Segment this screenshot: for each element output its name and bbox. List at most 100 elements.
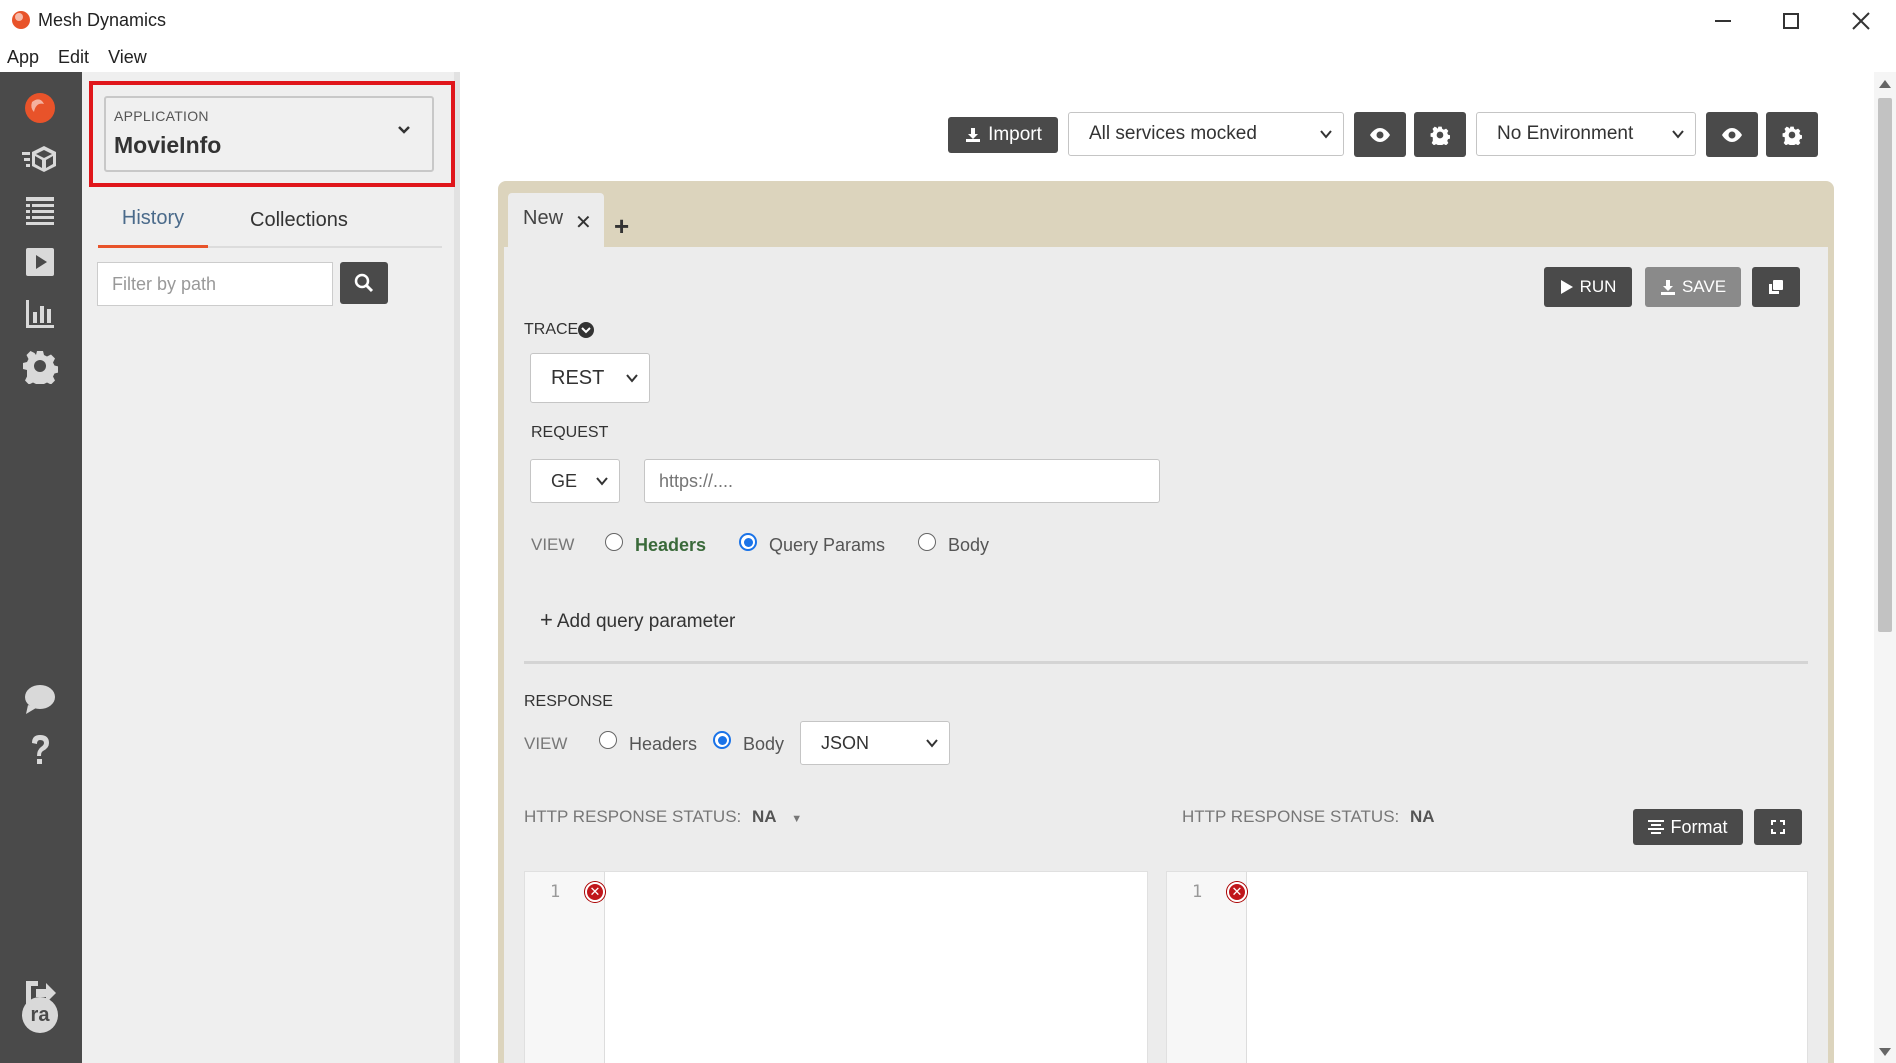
response-format-select[interactable]: JSON bbox=[800, 721, 950, 765]
trace-type-select[interactable]: REST bbox=[530, 353, 650, 403]
duplicate-button[interactable] bbox=[1752, 267, 1800, 307]
icon-rail: ra bbox=[0, 72, 82, 1063]
chevron-down-icon bbox=[926, 739, 938, 748]
logo-icon[interactable] bbox=[20, 88, 60, 128]
response-headers-radio[interactable] bbox=[599, 731, 617, 749]
request-card: New ✕ + RUN SAVE TRACE REST REQUEST GE h… bbox=[498, 181, 1834, 1063]
vertical-scrollbar[interactable] bbox=[1874, 72, 1896, 1063]
response-status-label-right: HTTP RESPONSE STATUS: bbox=[1182, 807, 1400, 826]
help-icon[interactable] bbox=[20, 730, 60, 770]
request-tab-label: New bbox=[523, 207, 564, 229]
environment-select[interactable]: No Environment bbox=[1476, 112, 1696, 156]
run-label: RUN bbox=[1579, 277, 1617, 296]
save-label: SAVE bbox=[1681, 277, 1727, 296]
request-tab-new[interactable]: New ✕ bbox=[508, 193, 604, 247]
view-services-button[interactable] bbox=[1354, 112, 1406, 157]
add-query-parameter-button[interactable]: + Add query parameter bbox=[540, 607, 735, 633]
format-button[interactable]: Format bbox=[1633, 809, 1743, 845]
request-query-params-radio[interactable] bbox=[739, 533, 757, 551]
response-format-value: JSON bbox=[821, 732, 870, 753]
close-tab-icon[interactable]: ✕ bbox=[575, 210, 592, 235]
import-button[interactable]: Import bbox=[948, 117, 1058, 153]
application-label: APPLICATION bbox=[114, 108, 209, 124]
format-label: Format bbox=[1670, 816, 1728, 837]
url-input[interactable] bbox=[644, 459, 1160, 503]
align-icon bbox=[1648, 820, 1665, 834]
service-settings-button[interactable] bbox=[1414, 112, 1466, 157]
close-icon bbox=[1852, 12, 1870, 30]
download-icon bbox=[1660, 280, 1675, 295]
environment-value: No Environment bbox=[1497, 123, 1634, 144]
minimize-icon bbox=[1715, 20, 1731, 22]
scrollbar-thumb[interactable] bbox=[1878, 98, 1892, 632]
run-button[interactable]: RUN bbox=[1544, 267, 1632, 307]
scroll-down-icon[interactable] bbox=[1879, 1048, 1891, 1056]
filter-path-input[interactable] bbox=[97, 262, 333, 306]
close-window-button[interactable] bbox=[1828, 0, 1894, 42]
list-icon[interactable] bbox=[20, 190, 60, 230]
service-mock-select[interactable]: All services mocked bbox=[1068, 112, 1344, 156]
request-body-label[interactable]: Body bbox=[948, 535, 989, 556]
expand-icon bbox=[1771, 820, 1785, 834]
gear-icon[interactable] bbox=[20, 346, 60, 386]
line-number: 1 bbox=[1192, 882, 1203, 902]
app-logo-icon bbox=[12, 11, 30, 29]
response-editor-left[interactable]: 1 ✕ bbox=[524, 871, 1148, 1063]
response-status-value-right: NA bbox=[1410, 807, 1435, 826]
menu-view[interactable]: View bbox=[108, 47, 147, 68]
fullscreen-button[interactable] bbox=[1754, 809, 1802, 845]
trace-type-value: REST bbox=[551, 366, 605, 389]
save-button[interactable]: SAVE bbox=[1645, 267, 1741, 307]
chart-icon[interactable] bbox=[20, 294, 60, 334]
request-headers-label[interactable]: Headers bbox=[635, 535, 706, 556]
request-query-params-label[interactable]: Query Params bbox=[769, 535, 885, 556]
response-editor-right[interactable]: 1 ✕ bbox=[1166, 871, 1808, 1063]
request-body: RUN SAVE TRACE REST REQUEST GE VIEW Head… bbox=[504, 247, 1828, 1063]
view-environment-button[interactable] bbox=[1706, 112, 1758, 157]
test-suite-icon[interactable] bbox=[20, 140, 60, 180]
logout-icon[interactable] bbox=[20, 973, 60, 1013]
service-mock-value: All services mocked bbox=[1089, 123, 1257, 144]
side-panel: APPLICATION MovieInfo History Collection… bbox=[82, 72, 460, 1063]
maximize-button[interactable] bbox=[1758, 0, 1824, 42]
trace-label: TRACE bbox=[524, 321, 579, 338]
menu-edit[interactable]: Edit bbox=[58, 47, 89, 68]
chevron-down-icon bbox=[1320, 130, 1332, 139]
request-headers-radio[interactable] bbox=[605, 533, 623, 551]
chevron-down-icon bbox=[398, 126, 410, 134]
menu-app[interactable]: App bbox=[7, 47, 39, 68]
chevron-down-icon bbox=[626, 374, 638, 383]
title-bar: Mesh Dynamics bbox=[0, 0, 1896, 42]
application-value: MovieInfo bbox=[114, 132, 222, 158]
response-status-left: HTTP RESPONSE STATUS: NA ▼ bbox=[524, 807, 802, 827]
response-status-value: NA bbox=[752, 807, 777, 826]
chevron-circle-down-icon[interactable] bbox=[578, 322, 594, 338]
tab-collections[interactable]: Collections bbox=[250, 192, 348, 248]
chat-icon[interactable] bbox=[20, 679, 60, 719]
section-divider bbox=[524, 661, 1808, 664]
application-select[interactable]: APPLICATION MovieInfo bbox=[104, 96, 434, 172]
chevron-down-icon bbox=[596, 477, 608, 486]
error-icon: ✕ bbox=[585, 882, 605, 902]
response-body-label[interactable]: Body bbox=[743, 734, 784, 755]
minimize-button[interactable] bbox=[1690, 0, 1756, 42]
copy-icon bbox=[1769, 280, 1783, 294]
search-button[interactable] bbox=[340, 262, 388, 304]
request-body-radio[interactable] bbox=[918, 533, 936, 551]
response-view-label: VIEW bbox=[524, 734, 568, 753]
environment-settings-button[interactable] bbox=[1766, 112, 1818, 157]
tab-history[interactable]: History bbox=[98, 192, 208, 248]
play-icon bbox=[1560, 280, 1573, 294]
play-icon[interactable] bbox=[20, 242, 60, 282]
method-select[interactable]: GE bbox=[530, 459, 620, 503]
import-icon bbox=[966, 128, 981, 142]
scroll-up-icon[interactable] bbox=[1879, 80, 1891, 88]
line-number: 1 bbox=[550, 882, 561, 902]
response-body-radio[interactable] bbox=[713, 731, 731, 749]
import-label: Import bbox=[988, 124, 1042, 145]
add-tab-button[interactable]: + bbox=[614, 211, 629, 242]
response-headers-label[interactable]: Headers bbox=[629, 734, 697, 755]
chevron-down-icon bbox=[1672, 130, 1684, 139]
response-status-label: HTTP RESPONSE STATUS: bbox=[524, 807, 742, 826]
caret-down-icon[interactable]: ▼ bbox=[791, 813, 802, 825]
